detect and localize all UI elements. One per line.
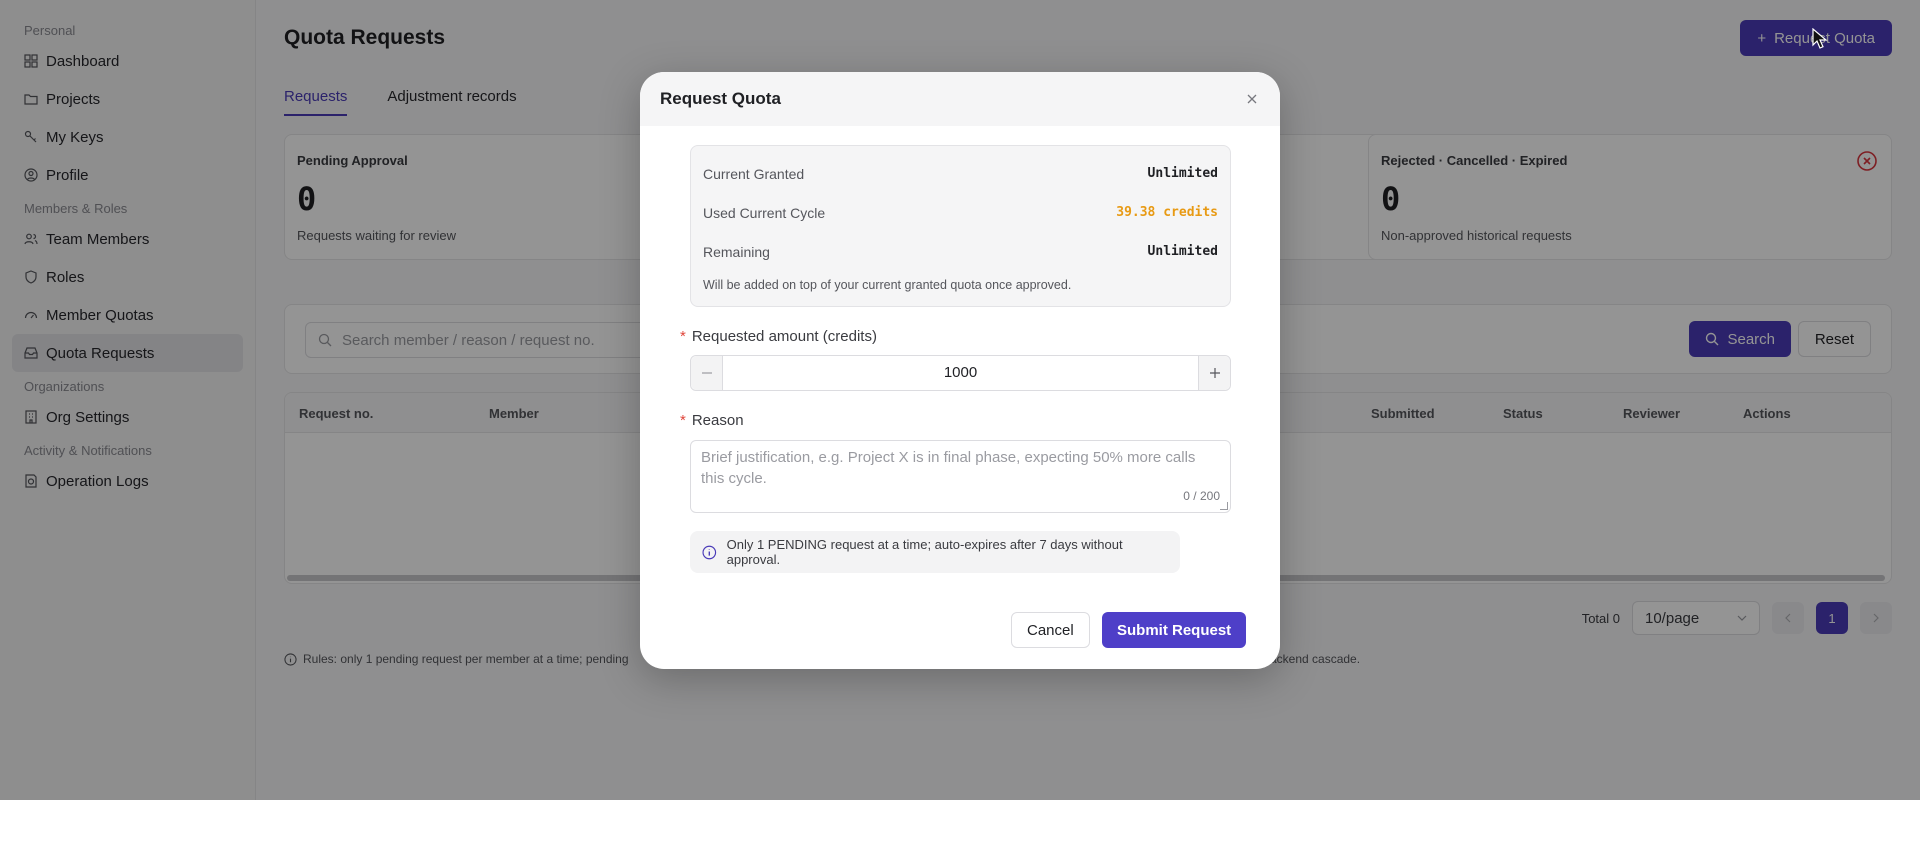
used-current-cycle-row: Used Current Cycle 39.38 credits — [703, 205, 1218, 221]
required-asterisk: * — [680, 412, 686, 429]
increment-button[interactable] — [1198, 356, 1230, 390]
modal-title: Request Quota — [660, 89, 781, 108]
info-icon — [702, 545, 717, 559]
required-asterisk: * — [680, 328, 686, 345]
pending-notice: Only 1 PENDING request at a time; auto-e… — [690, 531, 1180, 573]
modal-header: Request Quota — [640, 72, 1280, 126]
amount-input[interactable]: 1000 — [723, 356, 1198, 390]
current-granted-row: Current Granted Unlimited — [703, 166, 1218, 182]
quota-note: Will be added on top of your current gra… — [703, 278, 1072, 292]
cancel-button[interactable]: Cancel — [1011, 612, 1090, 648]
mouse-cursor-icon — [1812, 28, 1828, 49]
submit-request-button[interactable]: Submit Request — [1102, 612, 1247, 648]
amount-label-text: Requested amount (credits) — [691, 328, 877, 345]
amount-stepper: 1000 — [690, 355, 1231, 391]
amount-label: * Requested amount (credits) — [680, 328, 877, 345]
request-quota-modal: Request Quota Current Granted Unlimited … — [640, 72, 1280, 669]
minus-icon — [701, 372, 712, 374]
used-current-cycle-label: Used Current Cycle — [703, 205, 826, 221]
remaining-value: Unlimited — [1147, 244, 1218, 259]
reason-label: * Reason — [680, 412, 744, 429]
current-granted-value: Unlimited — [1147, 166, 1218, 181]
reason-char-counter: 0 / 200 — [1183, 489, 1220, 503]
reason-label-text: Reason — [691, 412, 744, 429]
pending-notice-text: Only 1 PENDING request at a time; auto-e… — [726, 537, 1123, 567]
remaining-label: Remaining — [703, 244, 770, 260]
current-granted-label: Current Granted — [703, 166, 805, 182]
remaining-row: Remaining Unlimited — [703, 244, 1218, 260]
resize-handle[interactable] — [1220, 502, 1228, 510]
plus-icon — [1209, 368, 1220, 378]
reason-textarea[interactable]: Brief justification, e.g. Project X is i… — [690, 440, 1231, 513]
used-current-cycle-value: 39.38 credits — [1116, 205, 1218, 220]
quota-summary-card: Current Granted Unlimited Used Current C… — [690, 145, 1231, 307]
reason-placeholder: Brief justification, e.g. Project X is i… — [701, 449, 1196, 487]
close-icon[interactable] — [1244, 91, 1260, 107]
decrement-button[interactable] — [691, 356, 723, 390]
